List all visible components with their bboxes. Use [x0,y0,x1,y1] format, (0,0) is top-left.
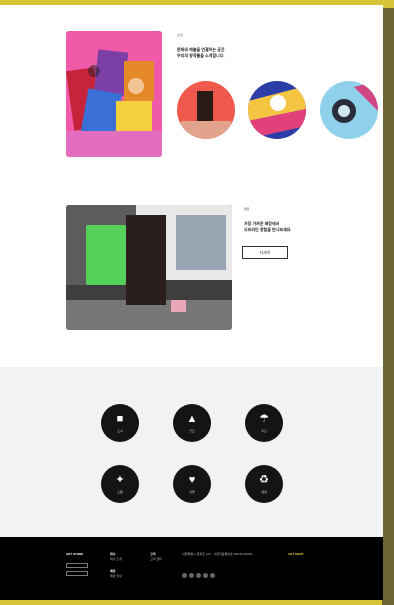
footer-link[interactable]: 매장 안내 [110,574,122,578]
intro-section: 소개 문화와 예술을 연결하는 공간 우리의 창작물을 소개합니다. [0,5,383,170]
footer-info: 서울특별시 문화로 123 · 사업자등록번호 000-00-00000 [182,552,278,580]
service-label: 소품 [117,490,123,494]
footer-col-1: 회사 회사 소개 [110,552,142,562]
footer-badge [66,563,88,568]
social-icon[interactable] [210,573,215,578]
service-label: 재생 [261,490,267,494]
heart-icon: ♥ [188,474,196,486]
bird-icon: ✦ [115,474,125,486]
service-label: 우산 [261,429,267,433]
recycle-icon: ♻ [259,474,269,486]
store-photo [66,205,232,330]
section-title-line2: 우리의 창작물을 소개합니다. [177,53,225,58]
footer-address: 서울특별시 문화로 123 · 사업자등록번호 000-00-00000 [182,552,253,556]
section2-title-line2: 오프라인 경험을 만나보세요. [244,227,292,232]
footer-col-3: 매장 매장 안내 [110,569,150,579]
section2-label: 매장 [244,207,250,211]
service-recycle[interactable]: ♻ 재생 [245,465,283,503]
footer-logo[interactable]: ART STORE [66,552,98,557]
collage-image [66,31,162,157]
service-label: 도서 [117,429,123,433]
product-circle-3[interactable] [320,81,378,139]
product-image-1 [177,81,235,139]
service-label: 굿즈 [189,429,195,433]
footer: ART STORE 회사 회사 소개 고객 고객 센터 매장 매장 안내 서울특… [0,537,383,600]
book-icon: ■ [116,413,124,425]
service-bird[interactable]: ✦ 소품 [101,465,139,503]
page: 소개 문화와 예술을 연결하는 공간 우리의 창작물을 소개합니다. 매장 가장… [0,5,383,600]
service-heart[interactable]: ♥ 선물 [173,465,211,503]
product-circle-2[interactable] [248,81,306,139]
frame-shadow [382,8,394,605]
collage-art [66,31,162,157]
shirt-icon: ▲ [186,413,198,425]
outer-frame: 소개 문화와 예술을 연결하는 공간 우리의 창작물을 소개합니다. 매장 가장… [0,0,394,605]
section-label: 소개 [177,33,183,37]
umbrella-icon: ☂ [259,413,269,425]
service-book[interactable]: ■ 도서 [101,404,139,442]
services-grid: ■ 도서 ▲ 굿즈 ☂ 우산 ✦ 소품 ♥ 선물 ♻ 재생 [0,367,383,537]
footer-logo-col: ART STORE [66,552,98,576]
footer-social [182,573,278,580]
social-icon[interactable] [182,573,187,578]
footer-link[interactable]: 고객 센터 [150,557,162,561]
product-image-3 [320,81,378,139]
footer-col-2: 고객 고객 센터 [150,552,182,562]
product-image-2 [248,81,306,139]
service-shirt[interactable]: ▲ 굿즈 [173,404,211,442]
footer-badge [66,571,88,576]
product-circle-1[interactable] [177,81,235,139]
footer-link[interactable]: 회사 소개 [110,557,122,561]
footer-accent[interactable]: ART SHOP [288,552,318,557]
store-photo-art [66,205,232,330]
more-button[interactable]: 자세히 [242,246,288,259]
social-icon[interactable] [203,573,208,578]
service-umbrella[interactable]: ☂ 우산 [245,404,283,442]
social-icon[interactable] [196,573,201,578]
service-label: 선물 [189,490,195,494]
social-icon[interactable] [189,573,194,578]
